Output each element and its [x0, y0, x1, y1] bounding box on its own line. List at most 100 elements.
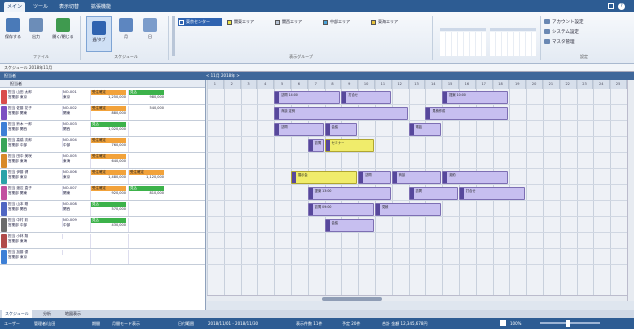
menu-tab-tools[interactable]: ツール	[30, 2, 51, 12]
resource-row[interactable]: 担当 高橋 次郎 営業部 中部 NO-004 中部 受注確定 760,000	[0, 137, 205, 153]
mini-calendar-prev[interactable]	[440, 28, 486, 58]
event-bar[interactable]: 訪問 14:00	[274, 90, 341, 104]
event-handle[interactable]	[308, 203, 313, 215]
day-header[interactable]: 23	[576, 80, 594, 89]
scroll-thumb[interactable]	[322, 297, 382, 301]
event-bar[interactable]: 打合せ	[459, 186, 526, 200]
help-icon[interactable]: ?	[618, 3, 625, 10]
zoom-slider[interactable]	[540, 322, 600, 324]
layout-icon[interactable]	[500, 320, 506, 326]
event-bar[interactable]: 会議	[324, 122, 358, 136]
event-handle[interactable]	[292, 171, 296, 183]
event-handle[interactable]	[325, 139, 330, 151]
resource-row[interactable]: 担当 中村 彩営業部 中部 NO-009 中部 見込 430,000	[0, 217, 205, 233]
group-chip-chubu[interactable]: 中部エリア	[322, 18, 366, 26]
day-header[interactable]: 21	[543, 80, 560, 89]
event-handle[interactable]	[359, 171, 364, 183]
day-header[interactable]: 19	[509, 80, 527, 89]
grid-row[interactable]	[207, 249, 627, 265]
menu-tab-view[interactable]: 表示切替	[56, 2, 82, 12]
resource-row[interactable]: 担当 佐藤 花子 営業部 関東 NO-002 関東 受注確定 880,000 540,000	[0, 105, 205, 121]
event-handle[interactable]	[409, 123, 414, 135]
event-bar[interactable]: 訪問	[358, 170, 391, 184]
group-chip-kansai[interactable]: 関西エリア	[274, 18, 318, 26]
grid-row[interactable]	[207, 89, 627, 105]
event-handle[interactable]	[325, 123, 330, 135]
day-header[interactable]: 7	[307, 80, 325, 89]
tab-map[interactable]: 地図表示	[62, 310, 84, 318]
day-header[interactable]: 10	[358, 80, 375, 89]
event-bar[interactable]: 電話	[408, 122, 442, 136]
group-chip-tokyo[interactable]: 東京センター	[178, 18, 222, 26]
chip-scroll-handle[interactable]	[172, 16, 175, 56]
event-handle[interactable]	[308, 187, 313, 199]
event-handle[interactable]	[275, 107, 280, 119]
view-week-button[interactable]: 週/タブ	[86, 16, 112, 52]
day-header[interactable]: 9	[341, 80, 359, 89]
event-bar[interactable]: 商談	[391, 170, 442, 184]
event-bar[interactable]: 会議	[324, 218, 374, 232]
event-handle[interactable]	[460, 187, 464, 199]
grid-row[interactable]	[207, 105, 627, 121]
day-header[interactable]: 18	[492, 80, 510, 89]
day-header[interactable]: 22	[559, 80, 577, 89]
open-close-button[interactable]: 開く/閉じる	[52, 18, 74, 40]
event-handle[interactable]	[308, 139, 313, 151]
day-header[interactable]: 2	[223, 80, 241, 89]
event-bar[interactable]: 見積	[375, 202, 442, 216]
day-header[interactable]: 4	[257, 80, 275, 89]
grid-row[interactable]	[207, 217, 627, 233]
horizontal-scrollbar[interactable]	[207, 295, 627, 301]
group-chip-kanto[interactable]: 関東エリア	[226, 18, 270, 26]
day-header[interactable]: 6	[291, 80, 308, 89]
save-button[interactable]: 保存する	[4, 18, 22, 40]
event-handle[interactable]	[342, 91, 347, 103]
schedule-grid[interactable]: 1 2 3 4 5 6 7 8 9 10 11 12 13 14 15 16 17 18 19 20 21 22 23 24 2…	[207, 80, 627, 295]
resource-row[interactable]: 担当 田中 美咲 営業部 東海 NO-005 東海 受注確定 640,000	[0, 153, 205, 169]
mini-calendar-next[interactable]	[490, 28, 536, 58]
event-handle[interactable]	[275, 123, 280, 135]
event-bar[interactable]: セミナー	[324, 138, 374, 152]
day-header[interactable]: 13	[408, 80, 426, 89]
event-bar[interactable]: 打合せ	[341, 90, 391, 104]
menu-tab-extensions[interactable]: 拡張機能	[88, 2, 114, 12]
day-header[interactable]: 5	[274, 80, 291, 89]
day-header[interactable]: 25	[610, 80, 627, 89]
day-header[interactable]: 17	[475, 80, 493, 89]
grid-row[interactable]	[207, 153, 627, 169]
resource-row[interactable]: 担当 山田 太郎 営業部 東京 NO-001 東京 受注確定 1,250,000 見込 980…	[0, 89, 205, 105]
event-bar[interactable]: 訪問	[408, 186, 458, 200]
event-handle[interactable]	[443, 91, 448, 103]
resource-row[interactable]: 担当 鈴木 一郎 営業部 関西 NO-003 関西 見込 1,020,000	[0, 121, 205, 137]
account-settings-button[interactable]: アカウント設定	[544, 18, 584, 27]
grid-title[interactable]: < 11月 2018年 >	[206, 72, 240, 80]
view-month-button[interactable]: 月	[116, 18, 136, 40]
event-handle[interactable]	[409, 187, 414, 199]
minimize-icon[interactable]	[608, 3, 614, 9]
system-settings-button[interactable]: システム設定	[544, 28, 579, 37]
resource-row[interactable]: 担当 山本 剛営業部 関西 NO-008 関西 見込 570,000	[0, 201, 205, 217]
resource-row[interactable]: 担当 小林 翔営業部 東海	[0, 233, 205, 249]
group-chip-tokai[interactable]: 東海エリア	[370, 18, 418, 26]
tab-analysis[interactable]: 分析	[40, 310, 54, 318]
day-header[interactable]: 1	[207, 80, 224, 89]
resource-row[interactable]: 担当 渡辺 直子 営業部 関東 NO-007 関東 受注確定 920,000 見込 810,0…	[0, 185, 205, 201]
day-header[interactable]: 8	[324, 80, 342, 89]
event-bar[interactable]: 訪問	[307, 138, 324, 152]
resource-row[interactable]: 担当 伊藤 健営業部 東京 NO-006 東京 受注確定 1,480,000 受注確定 1,…	[0, 169, 205, 185]
day-header[interactable]: 20	[526, 80, 543, 89]
resource-row[interactable]: 担当 加藤 優営業部 東京	[0, 249, 205, 265]
export-button[interactable]: 出力	[27, 18, 45, 40]
day-header[interactable]: 15	[442, 80, 459, 89]
day-header[interactable]: 14	[425, 80, 443, 89]
master-manage-button[interactable]: マスタ管理	[544, 38, 575, 47]
event-handle[interactable]	[325, 219, 330, 231]
zoom-thumb[interactable]	[566, 320, 570, 327]
day-header[interactable]: 3	[240, 80, 258, 89]
event-handle[interactable]	[376, 203, 380, 215]
event-bar[interactable]: 訪問 09:00	[307, 202, 374, 216]
vertical-scrollbar[interactable]	[627, 80, 634, 301]
event-bar[interactable]: 展示会	[291, 170, 358, 184]
event-handle[interactable]	[426, 107, 431, 119]
event-handle[interactable]	[443, 171, 448, 183]
